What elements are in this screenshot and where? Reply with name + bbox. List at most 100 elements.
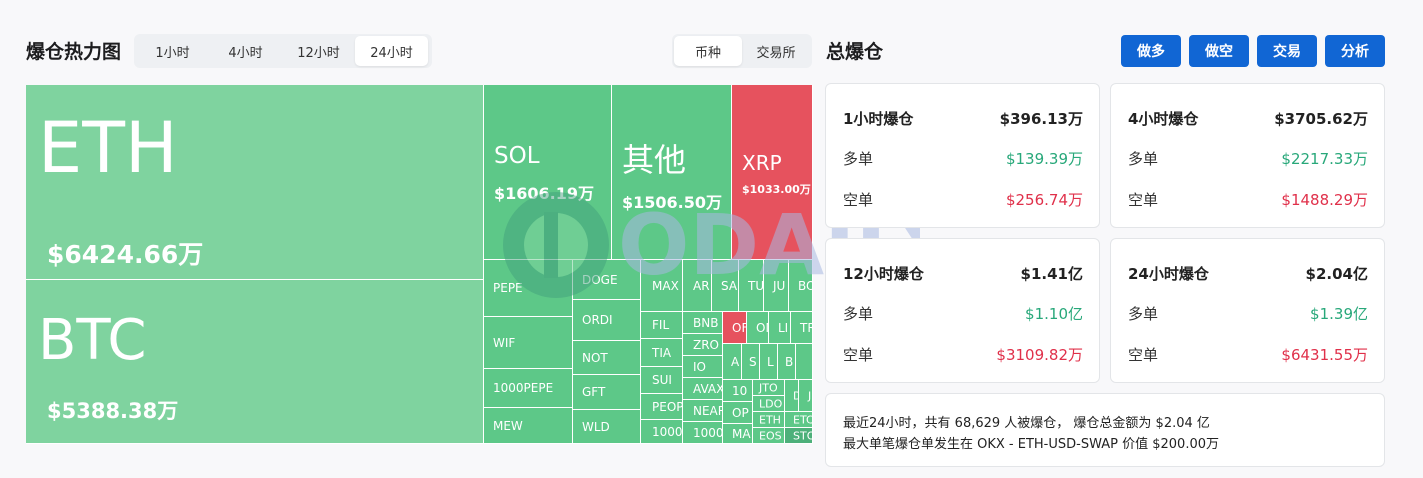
- treemap-cell-ldo[interactable]: LDO: [753, 396, 785, 412]
- cell-name: MA: [732, 426, 751, 441]
- liquidation-summary: 最近24小时，共有 68,629 人被爆仓， 爆仓总金额为 $2.04 亿 最大…: [825, 393, 1385, 467]
- treemap-cell-jto[interactable]: JTO: [753, 380, 785, 396]
- trade-button[interactable]: 交易: [1257, 35, 1317, 67]
- treemap-cell-b[interactable]: B: [778, 344, 796, 380]
- cell-name: GFT: [582, 385, 606, 399]
- treemap-cell-ar[interactable]: AR: [683, 260, 712, 312]
- summary-line-1: 最近24小时，共有 68,629 人被爆仓， 爆仓总金额为 $2.04 亿: [843, 416, 1210, 431]
- cell-value: $1506.50万: [622, 193, 723, 212]
- cell-name: LI: [778, 320, 789, 335]
- treemap-cell-sol[interactable]: SOL $1606.19万: [484, 85, 612, 260]
- cell-name: SA: [721, 278, 738, 293]
- cell-name: IO: [693, 359, 706, 374]
- treemap-cell-tr[interactable]: TR: [791, 312, 813, 344]
- cell-name: NOT: [582, 350, 608, 365]
- cell-name: OP: [732, 405, 749, 420]
- treemap-cell-max[interactable]: MAX: [641, 260, 683, 312]
- treemap-cell-sto[interactable]: STO: [785, 428, 813, 444]
- card-total: $1.41亿: [1020, 265, 1083, 283]
- time-range-tabs: 1小时 4小时 12小时 24小时: [134, 34, 432, 68]
- treemap-cell-s[interactable]: S: [742, 344, 760, 380]
- treemap-cell-tu[interactable]: TU: [739, 260, 764, 312]
- tab-by-coin[interactable]: 币种: [674, 36, 742, 66]
- cell-name: 1000F: [693, 425, 723, 440]
- short-button[interactable]: 做空: [1189, 35, 1249, 67]
- treemap-cell-zro[interactable]: ZRO: [683, 334, 723, 356]
- cell-name: SOL: [494, 143, 540, 169]
- treemap-cell-wif[interactable]: WIF: [484, 317, 573, 369]
- treemap-cell-gft[interactable]: GFT: [573, 375, 641, 410]
- treemap-cell-eos[interactable]: EOS: [753, 428, 785, 444]
- treemap-cell-avax[interactable]: AVAX: [683, 378, 723, 400]
- treemap-cell-li[interactable]: LI: [769, 312, 791, 344]
- treemap-cell-doge[interactable]: DOGE: [573, 260, 641, 300]
- short-value: $6431.55万: [1281, 346, 1368, 364]
- treemap-cell-peop[interactable]: PEOP: [641, 394, 683, 420]
- cell-name: J: [808, 389, 812, 402]
- cell-name: ETH: [38, 107, 178, 189]
- treemap-cell-sa[interactable]: SA: [712, 260, 739, 312]
- cell-name: 10: [732, 383, 748, 398]
- long-button[interactable]: 做多: [1121, 35, 1181, 67]
- cell-name: S: [749, 354, 757, 369]
- cell-name: OF: [732, 320, 747, 335]
- cell-name: AVAX: [693, 381, 723, 396]
- tab-12h[interactable]: 12小时: [282, 36, 355, 66]
- card-label: 12小时爆仓: [843, 265, 924, 283]
- treemap-cell-1000f[interactable]: 1000F: [683, 422, 723, 444]
- treemap-cell-j[interactable]: J: [799, 380, 813, 412]
- tab-1h[interactable]: 1小时: [136, 36, 209, 66]
- short-label: 空单: [1128, 191, 1159, 209]
- cell-name: TR: [800, 320, 812, 335]
- treemap-cell-om[interactable]: OM: [747, 312, 769, 344]
- treemap-cell-misc[interactable]: [796, 344, 813, 380]
- long-value: $2217.33万: [1281, 150, 1368, 168]
- treemap-cell-btc[interactable]: BTC $5388.38万: [26, 280, 484, 444]
- treemap-cell-near[interactable]: NEAR: [683, 400, 723, 422]
- treemap-cell-mew[interactable]: MEW: [484, 408, 573, 444]
- treemap-cell-sui[interactable]: SUI: [641, 367, 683, 394]
- tab-4h[interactable]: 4小时: [209, 36, 282, 66]
- treemap-cell-bnb[interactable]: BNB: [683, 312, 723, 334]
- analysis-button[interactable]: 分析: [1325, 35, 1385, 67]
- treemap-cell-a[interactable]: A: [723, 344, 742, 380]
- cell-name: BNB: [693, 315, 719, 330]
- card-24h: 24小时爆仓 $2.04亿 多单 $1.39亿 空单 $6431.55万: [1110, 238, 1385, 383]
- treemap-cell-eth-small[interactable]: ETH: [753, 412, 785, 428]
- long-value: $1.10亿: [1025, 305, 1083, 323]
- card-total: $3705.62万: [1274, 110, 1368, 128]
- treemap-cell-bo[interactable]: BO: [789, 260, 813, 312]
- treemap-cell-1000s[interactable]: 1000S: [641, 420, 683, 444]
- treemap-cell-l[interactable]: L: [760, 344, 778, 380]
- treemap-cell-op[interactable]: OP: [723, 402, 753, 424]
- treemap-cell-not[interactable]: NOT: [573, 341, 641, 375]
- card-4h: 4小时爆仓 $3705.62万 多单 $2217.33万 空单 $1488.29万: [1110, 83, 1385, 228]
- treemap-cell-10[interactable]: 10: [723, 380, 753, 402]
- liquidation-treemap: ETH $6424.66万 BTC $5388.38万 SOL $1606.19…: [26, 85, 813, 444]
- treemap-cell-wld[interactable]: WLD: [573, 410, 641, 444]
- treemap-cell-other[interactable]: 其他 $1506.50万: [612, 85, 732, 260]
- card-12h: 12小时爆仓 $1.41亿 多单 $1.10亿 空单 $3109.82万: [825, 238, 1100, 383]
- cell-name: PEPE: [493, 281, 523, 295]
- treemap-cell-d[interactable]: D: [785, 380, 799, 412]
- treemap-cell-eth[interactable]: ETH $6424.66万: [26, 85, 484, 280]
- treemap-cell-xrp[interactable]: XRP $1033.00万: [732, 85, 813, 260]
- treemap-cell-1000pepe[interactable]: 1000PEPE: [484, 369, 573, 408]
- long-label: 多单: [843, 305, 874, 323]
- short-value: $1488.29万: [1281, 191, 1368, 209]
- treemap-cell-of[interactable]: OF: [723, 312, 747, 344]
- treemap-cell-ordi[interactable]: ORDI: [573, 300, 641, 341]
- treemap-cell-fil[interactable]: FIL: [641, 312, 683, 339]
- cell-name: ZRO: [693, 337, 720, 352]
- tab-24h[interactable]: 24小时: [355, 36, 428, 66]
- treemap-cell-tia[interactable]: TIA: [641, 339, 683, 367]
- total-liquidation-title: 总爆仓: [826, 41, 884, 63]
- treemap-cell-ju[interactable]: JU: [764, 260, 789, 312]
- treemap-cell-ma[interactable]: MA: [723, 424, 753, 444]
- group-by-tabs: 币种 交易所: [672, 34, 812, 68]
- treemap-cell-etc[interactable]: ETC: [785, 412, 813, 428]
- short-value: $3109.82万: [996, 346, 1083, 364]
- tab-by-exchange[interactable]: 交易所: [742, 36, 810, 66]
- treemap-cell-io[interactable]: IO: [683, 356, 723, 378]
- treemap-cell-pepe[interactable]: PEPE: [484, 260, 573, 317]
